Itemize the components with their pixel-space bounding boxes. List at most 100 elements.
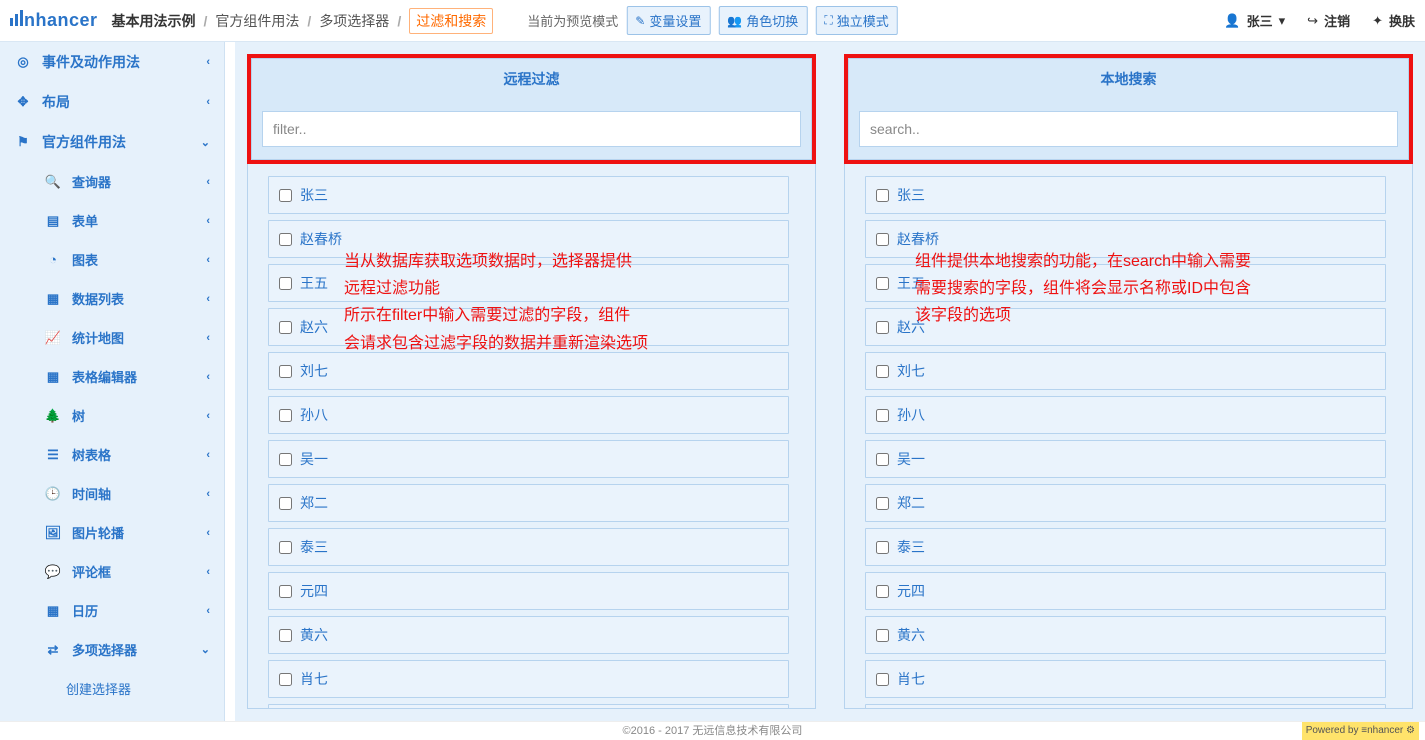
tree-icon: 🌲 [44,408,62,424]
sidebar-item-calendar[interactable]: ▦日历‹ [0,591,224,630]
sidebar-item-carousel[interactable]: 🖼图片轮播‹ [0,513,224,552]
breadcrumb-active[interactable]: 过滤和搜索 [409,8,493,34]
search-input[interactable] [859,111,1398,147]
logo[interactable]: nhancer [10,10,98,31]
option-label: 肖七 [897,669,925,689]
option-row[interactable]: 赵六 [268,308,789,346]
user-menu[interactable]: 👤张三▾ [1224,11,1285,30]
sidebar-item-statmap[interactable]: 📈统计地图‹ [0,318,224,357]
option-row[interactable]: 刘七 [268,352,789,390]
breadcrumb-1[interactable]: 官方组件用法 [215,11,299,31]
option-checkbox[interactable] [876,233,889,246]
sidebar-leaf-mode[interactable]: 单/双列模式 [0,708,224,721]
sidebar-item-chart[interactable]: ◔图表‹ [0,240,224,279]
logout-button[interactable]: ↪注销 [1307,11,1350,30]
option-row[interactable]: 肖七 [865,660,1386,698]
option-row[interactable]: 泰三 [268,528,789,566]
option-row[interactable]: 王五 [268,264,789,302]
option-row[interactable]: 刘七 [865,352,1386,390]
option-row[interactable]: 赵六 [865,308,1386,346]
move-icon: ✥ [14,94,32,110]
option-row[interactable]: 元四 [268,572,789,610]
option-checkbox[interactable] [279,409,292,422]
filter-input[interactable] [262,111,801,147]
option-label: 刘七 [300,361,328,381]
option-row[interactable]: 吴一 [865,440,1386,478]
option-row[interactable]: 张三 [268,176,789,214]
highlight-box-right: 本地搜索 [844,54,1413,164]
sidebar-item-datalist[interactable]: ▦数据列表‹ [0,279,224,318]
panel-local-search: 本地搜索 张三赵春桥王五赵六刘七孙八吴一郑二泰三元四黄六肖七高八马九1赫一 组件… [844,54,1413,709]
option-row[interactable]: 赵春桥 [268,220,789,258]
breadcrumb: 基本用法示例 / 官方组件用法 / 多项选择器 / 过滤和搜索 [112,8,494,34]
option-checkbox[interactable] [876,409,889,422]
sidebar-item-components[interactable]: ⚑官方组件用法⌄ [0,122,224,162]
option-checkbox[interactable] [876,673,889,686]
option-list-right[interactable]: 张三赵春桥王五赵六刘七孙八吴一郑二泰三元四黄六肖七高八马九1赫一 [845,164,1412,708]
panel-title: 远程过滤 [251,58,812,99]
option-row[interactable]: 赵春桥 [865,220,1386,258]
clock-icon: 🕒 [44,486,62,502]
option-row[interactable]: 高八 [268,704,789,708]
option-label: 孙八 [897,405,925,425]
option-checkbox[interactable] [279,673,292,686]
skin-button[interactable]: ✦换肤 [1372,11,1415,30]
option-checkbox[interactable] [279,277,292,290]
chevron-left-icon: ‹ [206,96,210,108]
sidebar-item-layout[interactable]: ✥布局‹ [0,82,224,122]
option-row[interactable]: 肖七 [268,660,789,698]
sidebar-item-timeline[interactable]: 🕒时间轴‹ [0,474,224,513]
sidebar-item-tableeditor[interactable]: ▦表格编辑器‹ [0,357,224,396]
option-checkbox[interactable] [279,541,292,554]
breadcrumb-root[interactable]: 基本用法示例 [112,11,196,31]
option-checkbox[interactable] [876,277,889,290]
option-checkbox[interactable] [876,321,889,334]
option-checkbox[interactable] [279,453,292,466]
option-checkbox[interactable] [279,233,292,246]
logo-icon [10,10,23,26]
option-row[interactable]: 郑二 [268,484,789,522]
option-checkbox[interactable] [876,541,889,554]
option-row[interactable]: 王五 [865,264,1386,302]
option-label: 张三 [300,185,328,205]
sidebar-item-events[interactable]: ◎事件及动作用法‹ [0,42,224,82]
sidebar-collapse-handle[interactable]: « [224,382,225,418]
table-icon: ▦ [44,369,62,385]
option-list-left[interactable]: 张三赵春桥王五赵六刘七孙八吴一郑二泰三元四黄六肖七高八马九1赫一 [248,164,815,708]
sidebar-item-tree[interactable]: 🌲树‹ [0,396,224,435]
option-checkbox[interactable] [279,585,292,598]
option-checkbox[interactable] [876,585,889,598]
option-row[interactable]: 孙八 [865,396,1386,434]
option-checkbox[interactable] [876,497,889,510]
option-checkbox[interactable] [876,365,889,378]
sidebar-leaf-create[interactable]: 创建选择器 [0,669,224,708]
option-checkbox[interactable] [279,365,292,378]
option-row[interactable]: 高八 [865,704,1386,708]
option-row[interactable]: 郑二 [865,484,1386,522]
variable-settings-button[interactable]: ✎变量设置 [626,6,710,35]
role-switch-button[interactable]: 👥角色切换 [718,6,807,35]
option-checkbox[interactable] [876,189,889,202]
standalone-mode-button[interactable]: ⛶独立模式 [815,6,897,35]
option-row[interactable]: 吴一 [268,440,789,478]
option-row[interactable]: 孙八 [268,396,789,434]
breadcrumb-2[interactable]: 多项选择器 [319,11,389,31]
sidebar-item-comment[interactable]: 💬评论框‹ [0,552,224,591]
sidebar-item-query[interactable]: 🔍查询器‹ [0,162,224,201]
option-label: 郑二 [300,493,328,513]
sidebar-item-form[interactable]: ▤表单‹ [0,201,224,240]
option-checkbox[interactable] [279,629,292,642]
option-row[interactable]: 张三 [865,176,1386,214]
option-row[interactable]: 黄六 [268,616,789,654]
chevron-left-icon: ‹ [206,527,210,539]
option-row[interactable]: 元四 [865,572,1386,610]
sidebar-item-treetable[interactable]: ☰树表格‹ [0,435,224,474]
sidebar-item-multiselect[interactable]: ⇄多项选择器⌄ [0,630,224,669]
option-checkbox[interactable] [279,321,292,334]
option-checkbox[interactable] [876,629,889,642]
option-checkbox[interactable] [279,497,292,510]
option-row[interactable]: 泰三 [865,528,1386,566]
option-checkbox[interactable] [876,453,889,466]
option-checkbox[interactable] [279,189,292,202]
option-row[interactable]: 黄六 [865,616,1386,654]
